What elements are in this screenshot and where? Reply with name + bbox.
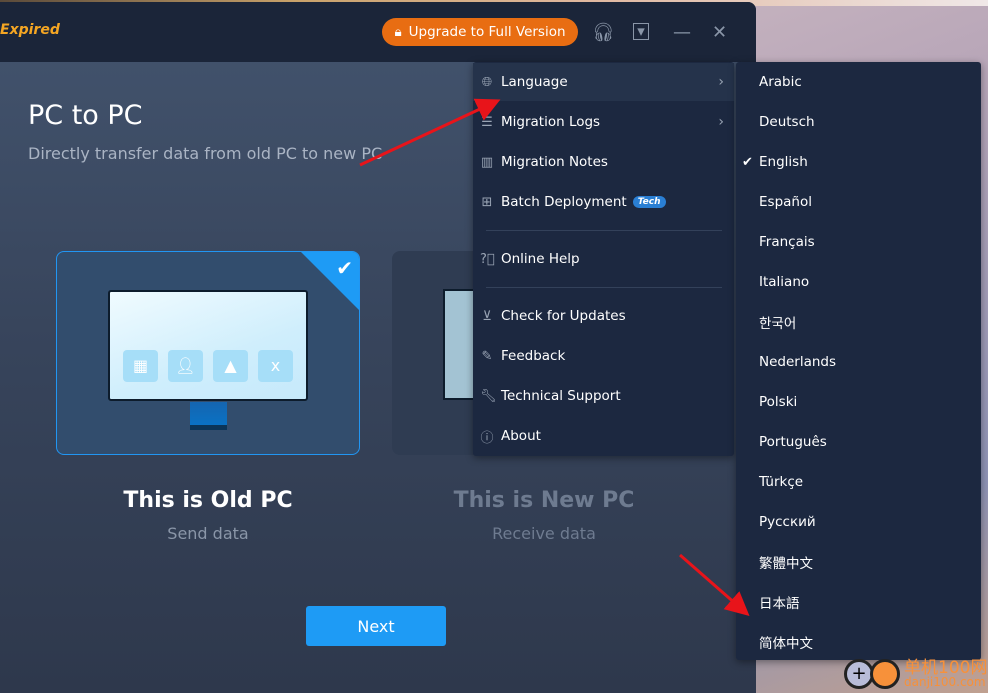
language-option[interactable]: 日本語 bbox=[736, 582, 981, 622]
menu-label: Batch Deployment bbox=[501, 194, 627, 210]
menu-label: About bbox=[501, 428, 541, 444]
language-option[interactable]: Arabic bbox=[736, 62, 981, 102]
menu-item-online-help[interactable]: ?⃝ Online Help bbox=[473, 240, 734, 278]
question-icon: ?⃝ bbox=[480, 251, 495, 267]
language-label: Français bbox=[759, 234, 815, 250]
language-label: Português bbox=[759, 434, 827, 450]
language-submenu: Arabic Deutsch ✔ English Español Français Ital… bbox=[736, 62, 981, 660]
close-icon[interactable]: ✕ bbox=[712, 22, 727, 43]
book-icon: ▥ bbox=[480, 154, 494, 170]
language-label: Türkçe bbox=[759, 474, 804, 490]
menu-item-technical-support[interactable]: 🔧︎ Technical Support bbox=[473, 377, 734, 415]
menu-item-migration-logs[interactable]: ☰ Migration Logs › bbox=[473, 103, 734, 141]
title-bar: Expired 🔒︎ Upgrade to Full Version 🎧︎ ▾ … bbox=[0, 2, 756, 62]
lock-icon: 🔒︎ bbox=[394, 24, 402, 40]
language-option[interactable]: Français bbox=[736, 222, 981, 262]
menu-item-migration-notes[interactable]: ▥ Migration Notes bbox=[473, 143, 734, 181]
download-icon: ⊻ bbox=[482, 308, 492, 324]
hierarchy-icon: ⊞ bbox=[481, 194, 493, 210]
checkmark-icon: ✔ bbox=[336, 256, 353, 280]
menu-dropdown-icon[interactable]: ▾ bbox=[633, 23, 649, 40]
headset-icon[interactable]: 🎧︎ bbox=[592, 22, 615, 43]
language-option[interactable]: Türkçe bbox=[736, 462, 981, 502]
language-option[interactable]: Español bbox=[736, 182, 981, 222]
feedback-icon: ✎ bbox=[481, 348, 493, 364]
language-option[interactable]: Русский bbox=[736, 502, 981, 542]
menu-label: Language bbox=[501, 74, 568, 90]
language-option[interactable]: Nederlands bbox=[736, 342, 981, 382]
menu-divider bbox=[486, 287, 722, 288]
page-title: PC to PC bbox=[28, 100, 143, 131]
menu-divider bbox=[486, 230, 722, 231]
menu-label: Migration Notes bbox=[501, 154, 608, 170]
language-option[interactable]: ✔ English bbox=[736, 142, 981, 182]
language-label: Nederlands bbox=[759, 354, 837, 370]
language-label: Deutsch bbox=[759, 114, 815, 130]
monitor-illustration: ▦ 👤︎ ▲ x bbox=[108, 290, 308, 401]
menu-label: Migration Logs bbox=[501, 114, 601, 130]
language-option[interactable]: Italiano bbox=[736, 262, 981, 302]
language-label: Polski bbox=[759, 394, 798, 410]
document-icon: ☰ bbox=[481, 114, 493, 130]
language-label: Русский bbox=[759, 514, 816, 530]
new-pc-subtitle: Receive data bbox=[492, 524, 596, 543]
language-option[interactable]: Polski bbox=[736, 382, 981, 422]
language-label: 日本語 bbox=[759, 596, 800, 612]
apps-icon: ▦ bbox=[123, 350, 158, 382]
watermark-url: danji100.com bbox=[904, 675, 986, 689]
page-subtitle: Directly transfer data from old PC to ne… bbox=[28, 144, 383, 163]
language-label: 한국어 bbox=[759, 316, 797, 332]
menu-item-check-updates[interactable]: ⊻ Check for Updates bbox=[473, 297, 734, 335]
monitor-stand bbox=[190, 402, 227, 430]
old-pc-subtitle: Send data bbox=[167, 524, 249, 543]
menu-label: Feedback bbox=[501, 348, 566, 364]
language-option[interactable]: Deutsch bbox=[736, 102, 981, 142]
language-option[interactable]: 한국어 bbox=[736, 302, 981, 342]
old-pc-title: This is Old PC bbox=[123, 488, 293, 513]
menu-label: Online Help bbox=[501, 251, 580, 267]
menu-label: Check for Updates bbox=[501, 308, 626, 324]
license-status: Expired bbox=[0, 22, 60, 38]
language-label: 繁體中文 bbox=[759, 556, 813, 572]
old-pc-card[interactable]: ✔ ▦ 👤︎ ▲ x bbox=[56, 251, 360, 455]
wrench-icon: 🔧︎ bbox=[480, 388, 497, 404]
menu-item-about[interactable]: ⓘ About bbox=[473, 417, 734, 455]
menu-item-batch-deployment[interactable]: ⊞ Batch Deployment Tech bbox=[473, 183, 734, 221]
next-button[interactable]: Next bbox=[306, 606, 446, 646]
info-icon: ⓘ bbox=[480, 430, 494, 446]
language-label: English bbox=[759, 154, 808, 170]
tech-badge: Tech bbox=[632, 196, 666, 208]
user-icon: 👤︎ bbox=[168, 350, 203, 382]
globe-icon: 🌐︎ bbox=[481, 74, 493, 90]
menu-label: Technical Support bbox=[501, 388, 621, 404]
chevron-right-icon: › bbox=[718, 114, 724, 130]
upgrade-button[interactable]: 🔒︎ Upgrade to Full Version bbox=[382, 18, 578, 46]
new-pc-title: This is New PC bbox=[453, 488, 635, 513]
language-label: Español bbox=[759, 194, 812, 210]
watermark-logo: + 单机100网 danji100.com bbox=[842, 655, 988, 693]
image-icon: ▲ bbox=[213, 350, 248, 382]
menu-item-language[interactable]: 🌐︎ Language › bbox=[473, 63, 734, 101]
menu-item-feedback[interactable]: ✎ Feedback bbox=[473, 337, 734, 375]
main-menu: 🌐︎ Language › ☰ Migration Logs › ▥ Migration … bbox=[473, 62, 734, 456]
language-label: Arabic bbox=[759, 74, 802, 90]
language-option[interactable]: Português bbox=[736, 422, 981, 462]
excel-icon: x bbox=[258, 350, 293, 382]
upgrade-label: Upgrade to Full Version bbox=[408, 24, 566, 40]
language-label: Italiano bbox=[759, 274, 810, 290]
chevron-right-icon: › bbox=[718, 74, 724, 90]
language-label: 简体中文 bbox=[759, 636, 813, 652]
minimize-icon[interactable]: — bbox=[673, 22, 691, 43]
checkmark-icon: ✔ bbox=[742, 154, 753, 170]
language-option[interactable]: 繁體中文 bbox=[736, 542, 981, 582]
